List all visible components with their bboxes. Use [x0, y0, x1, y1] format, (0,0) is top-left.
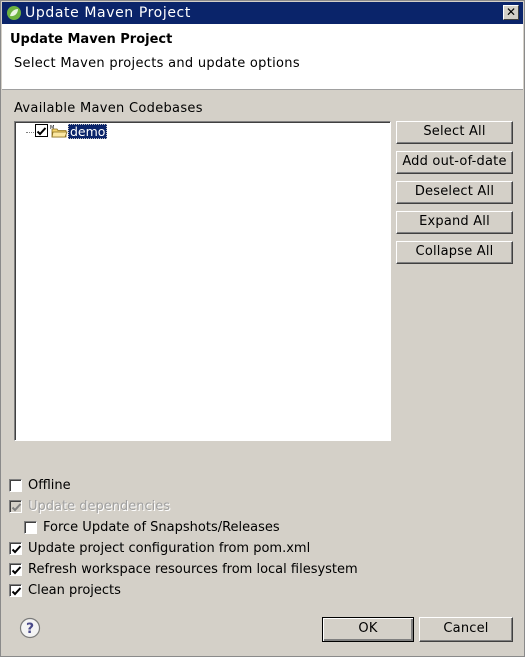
update-config-checkbox[interactable] [9, 542, 22, 555]
tree-item-label[interactable]: demo [68, 124, 108, 139]
tree-item[interactable]: M demo [15, 122, 390, 140]
force-update-checkbox[interactable] [24, 521, 37, 534]
close-button[interactable]: ✕ [503, 5, 519, 20]
force-update-label: Force Update of Snapshots/Releases [43, 520, 280, 535]
help-icon[interactable]: ? [19, 617, 41, 639]
cancel-label: Cancel [443, 621, 489, 636]
clean-projects-option[interactable]: Clean projects [9, 583, 139, 599]
cancel-button[interactable]: Cancel [419, 617, 513, 642]
codebases-tree[interactable]: M demo [14, 121, 391, 441]
refresh-workspace-label: Refresh workspace resources from local f… [28, 562, 358, 577]
check-icon [36, 127, 47, 136]
offline-checkbox[interactable] [9, 479, 22, 492]
add-out-of-date-label: Add out-of-date [402, 154, 507, 169]
header-message: Select Maven projects and update options [14, 56, 300, 71]
update-config-option[interactable]: Update project configuration from pom.xm… [9, 541, 311, 557]
deselect-all-button[interactable]: Deselect All [396, 181, 513, 204]
update-dependencies-label: Update dependencies [28, 499, 170, 514]
collapse-all-label: Collapse All [415, 244, 494, 259]
offline-label: Offline [28, 478, 71, 493]
spring-leaf-icon [7, 6, 21, 20]
ok-label: OK [358, 621, 378, 636]
check-icon [11, 566, 22, 575]
clean-projects-checkbox[interactable] [9, 584, 22, 597]
tree-item-checkbox[interactable] [35, 124, 48, 137]
expand-all-button[interactable]: Expand All [396, 211, 513, 234]
svg-text:?: ? [26, 621, 34, 637]
deselect-all-label: Deselect All [414, 184, 495, 199]
window-title: Update Maven Project [25, 5, 191, 21]
check-icon [11, 503, 22, 512]
clean-projects-label: Clean projects [28, 583, 121, 598]
expand-all-label: Expand All [419, 214, 490, 229]
collapse-all-button[interactable]: Collapse All [396, 241, 513, 264]
codebases-label: Available Maven Codebases [14, 101, 203, 116]
select-all-button[interactable]: Select All [396, 121, 513, 144]
refresh-workspace-checkbox[interactable] [9, 563, 22, 576]
force-update-option[interactable]: Force Update of Snapshots/Releases [24, 520, 294, 536]
title-bar[interactable]: Update Maven Project ✕ [2, 2, 523, 24]
check-icon [11, 545, 22, 554]
offline-option[interactable]: Offline [9, 478, 89, 494]
update-config-label: Update project configuration from pom.xm… [28, 541, 311, 556]
update-maven-project-dialog: Update Maven Project ✕ Update Maven Proj… [0, 0, 525, 657]
refresh-workspace-option[interactable]: Refresh workspace resources from local f… [9, 562, 369, 578]
ok-button[interactable]: OK [322, 617, 414, 642]
dialog-header: Update Maven Project Select Maven projec… [2, 24, 523, 90]
select-all-label: Select All [423, 124, 486, 139]
check-icon [11, 587, 22, 596]
add-out-of-date-button[interactable]: Add out-of-date [396, 151, 513, 174]
update-dependencies-option: Update dependencies [9, 499, 179, 515]
maven-project-folder-icon: M [50, 125, 68, 138]
header-title: Update Maven Project [10, 32, 173, 47]
update-dependencies-checkbox [9, 500, 22, 513]
close-icon: ✕ [505, 5, 517, 19]
